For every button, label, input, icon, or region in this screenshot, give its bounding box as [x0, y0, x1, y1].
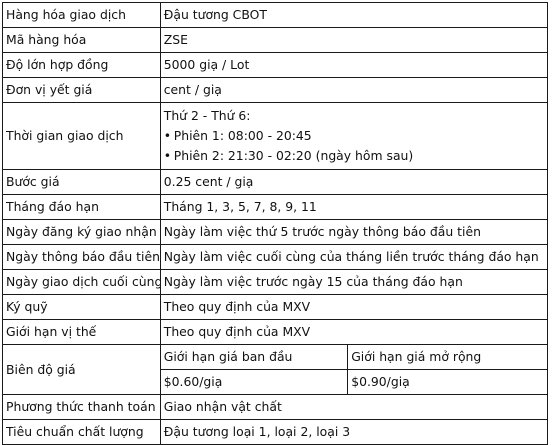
- table-row: Ngày đăng ký giao nhận Ngày làm việc thứ…: [2, 219, 549, 245]
- row-label: Ngày đăng ký giao nhận: [2, 219, 161, 245]
- row-value: cent / giạ: [159, 77, 549, 103]
- row-value: 5000 giạ / Lot: [159, 52, 549, 78]
- row-label: Ngày giao dịch cuối cùng: [2, 269, 161, 295]
- row-label: Ngày thông báo đầu tiên: [2, 244, 161, 270]
- table-row: Đơn vị yết giá cent / giạ: [2, 77, 549, 103]
- table-row: Ngày giao dịch cuối cùng Ngày làm việc t…: [2, 269, 549, 295]
- initial-limit-header: Giới hạn giá ban đầu: [159, 344, 349, 370]
- row-value: ZSE: [159, 27, 549, 53]
- table-row: Bước giá 0.25 cent / giạ: [2, 169, 549, 195]
- row-value: Giao nhận vật chất: [159, 394, 549, 420]
- expanded-limit-header: Giới hạn giá mở rộng: [347, 344, 548, 370]
- session-2-text: Phiên 2: 21:30 - 02:20 (ngày hôm sau): [173, 148, 414, 163]
- row-value: Ngày làm việc trước ngày 15 của tháng đá…: [159, 269, 549, 295]
- bullet-icon: •: [163, 148, 172, 163]
- initial-limit-value: $0.60/giạ: [159, 369, 349, 395]
- row-label: Giới hạn vị thế: [2, 319, 161, 345]
- row-value: Đậu tương loại 1, loại 2, loại 3: [159, 419, 549, 445]
- table-row: Thời gian giao dịch Thứ 2 - Thứ 6: • Phiê…: [2, 102, 549, 170]
- session-1-text: Phiên 1: 08:00 - 20:45: [173, 128, 312, 143]
- row-label: Hàng hóa giao dịch: [2, 2, 161, 28]
- row-value: Ngày làm việc cuối cùng của tháng liền t…: [159, 244, 549, 270]
- table-row: Độ lớn hợp đồng 5000 giạ / Lot: [2, 52, 549, 78]
- row-label: Mã hàng hóa: [2, 27, 161, 53]
- trading-hours-cell: Thứ 2 - Thứ 6: • Phiên 1: 08:00 - 20:45 •…: [159, 102, 549, 170]
- row-label: Biên độ giá: [2, 344, 161, 395]
- table-row: Giới hạn vị thế Theo quy định của MXV: [2, 319, 549, 345]
- trading-days: Thứ 2 - Thứ 6:: [163, 108, 251, 123]
- table-row: Tháng đáo hạn Tháng 1, 3, 5, 7, 8, 9, 11: [2, 194, 549, 220]
- row-value: Theo quy định của MXV: [159, 294, 549, 320]
- row-value: Theo quy định của MXV: [159, 319, 549, 345]
- table-row: Tiêu chuẩn chất lượng Đậu tương loại 1, …: [2, 419, 549, 445]
- table-row: Ngày thông báo đầu tiên Ngày làm việc cu…: [2, 244, 549, 270]
- table-row: Mã hàng hóa ZSE: [2, 27, 549, 53]
- row-label: Phương thức thanh toán: [2, 394, 161, 420]
- session-1: • Phiên 1: 08:00 - 20:45: [164, 126, 544, 146]
- row-value: Ngày làm việc thứ 5 trước ngày thông báo…: [159, 219, 549, 245]
- row-value: Tháng 1, 3, 5, 7, 8, 9, 11: [159, 194, 549, 220]
- row-label: Bước giá: [2, 169, 161, 195]
- row-label: Thời gian giao dịch: [2, 102, 161, 170]
- table-row: Hàng hóa giao dịch Đậu tương CBOT: [2, 2, 549, 28]
- row-label: Tiêu chuẩn chất lượng: [2, 419, 161, 445]
- row-label: Độ lớn hợp đồng: [2, 52, 161, 78]
- row-label: Đơn vị yết giá: [2, 77, 161, 103]
- table-row: Phương thức thanh toán Giao nhận vật chấ…: [2, 394, 549, 420]
- session-2: • Phiên 2: 21:30 - 02:20 (ngày hôm sau): [164, 146, 544, 166]
- bullet-icon: •: [163, 128, 172, 143]
- table-row: Ký quỹ Theo quy định của MXV: [2, 294, 549, 320]
- row-label: Ký quỹ: [2, 294, 161, 320]
- row-value: Đậu tương CBOT: [159, 2, 549, 28]
- table-row: Biên độ giá Giới hạn giá ban đầu Giới hạ…: [2, 344, 548, 395]
- row-value: 0.25 cent / giạ: [159, 169, 549, 195]
- expanded-limit-value: $0.90/giạ: [347, 369, 548, 395]
- contract-spec-table: Hàng hóa giao dịch Đậu tương CBOT Mã hàn…: [2, 2, 549, 445]
- row-label: Tháng đáo hạn: [2, 194, 161, 220]
